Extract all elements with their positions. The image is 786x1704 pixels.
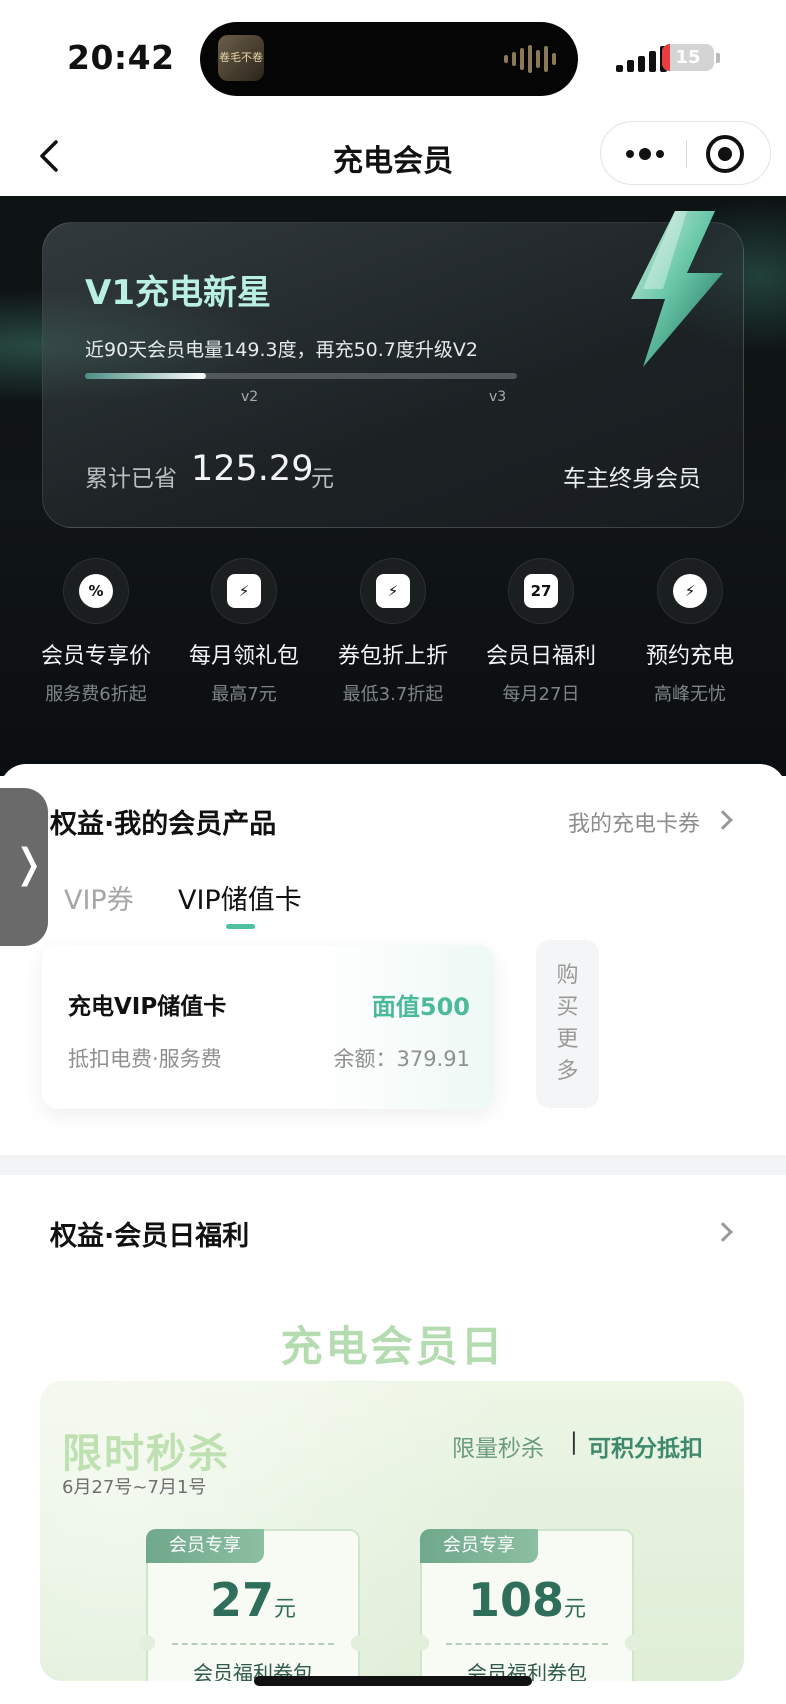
benefit-icon-circle: ⚡ [657, 558, 723, 624]
benefit-subtitle: 服务费6折起 [45, 684, 147, 705]
status-time: 20:42 [67, 38, 175, 77]
coupon-tag: 会员专享 [420, 1529, 538, 1563]
battery-percent: 15 [675, 47, 701, 68]
member-level-title: V1充电新星 [85, 273, 271, 313]
benefit-coupon-discount[interactable]: ⚡ 券包折上折 最低3.7折起 [318, 558, 468, 706]
tick-label-v3: v3 [489, 389, 507, 405]
benefit-subtitle: 最低3.7折起 [342, 684, 444, 705]
total-saved-unit: 元 [311, 466, 334, 492]
benefit-title: 券包折上折 [337, 644, 448, 669]
flash-sale-banner[interactable]: 限时秒杀 6月27号~7月1号 限量秒杀 | 可积分抵扣 会员专享 27元 会员… [40, 1381, 744, 1681]
now-playing-thumbnail: 卷毛不卷 [218, 35, 264, 81]
flash-sale-title: 限时秒杀 [62, 1431, 230, 1477]
coupon-pack-108[interactable]: 会员专享 108元 会员福利券包 [413, 1529, 641, 1681]
benefit-title: 会员专享价 [40, 644, 151, 669]
flash-sale-date: 6月27号~7月1号 [62, 1477, 207, 1498]
member-products-title: 权益·我的会员产品 [50, 809, 277, 840]
coupon-notch [625, 1635, 641, 1651]
tab-vip-coupon[interactable]: VIP券 [64, 878, 134, 917]
buy-more-button[interactable]: 购 买 更 多 [536, 940, 599, 1108]
member-level-card: V1充电新星 近90天会员电量149.3度，再充50.7度升级V2 v2 v3 … [42, 211, 744, 528]
status-bar: 20:42 卷毛不卷 15 [0, 0, 786, 118]
benefit-subtitle: 每月27日 [502, 684, 580, 705]
gift-icon: ⚡ [227, 574, 261, 608]
coupon-amount-unit: 元 [274, 1597, 297, 1622]
tick-label-v2: v2 [241, 389, 259, 405]
coupon-amount: 27元 [148, 1573, 358, 1627]
stored-value-card[interactable]: 充电VIP储值卡 面值500 抵扣电费·服务费 余额：379.91 [42, 945, 494, 1109]
chevron-right-icon: ❭ [12, 841, 46, 887]
total-saved-value: 125.29 [191, 449, 314, 489]
card-face-value: 面值500 [371, 993, 470, 1021]
member-level-description: 近90天会员电量149.3度，再充50.7度升级V2 [85, 339, 478, 361]
level-progress-fill [85, 373, 206, 379]
benefit-subtitle: 最高7元 [211, 684, 277, 705]
card-usage: 抵扣电费·服务费 [68, 1047, 222, 1071]
membership-hero: V1充电新星 近90天会员电量149.3度，再充50.7度升级V2 v2 v3 … [0, 196, 786, 776]
coupon-amount-value: 108 [467, 1573, 564, 1627]
benefit-title: 预约充电 [645, 644, 734, 669]
coupon-notch [413, 1635, 429, 1651]
coupon-amount-unit: 元 [564, 1597, 587, 1622]
capsule-divider [686, 140, 687, 168]
ticket-icon: ⚡ [376, 574, 410, 608]
diamond-percent-icon: % [79, 574, 113, 608]
active-tab-indicator [226, 924, 255, 929]
side-expand-tab[interactable]: ❭ [0, 788, 48, 946]
card-balance: 余额：379.91 [333, 1047, 470, 1071]
member-day-section-title: 权益·会员日福利 [50, 1221, 250, 1252]
battery-tip [716, 53, 720, 63]
coupon-dashed-divider [172, 1643, 334, 1645]
coupon-dashed-divider [446, 1643, 608, 1645]
close-mini-program-button[interactable] [706, 135, 744, 173]
buy-more-char: 买 [556, 995, 579, 1020]
level-progress-bar [85, 373, 517, 379]
dynamic-island[interactable]: 卷毛不卷 [200, 22, 578, 96]
benefit-subtitle: 高峰无忧 [654, 684, 726, 705]
coupon-pack-27[interactable]: 会员专享 27元 会员福利券包 [139, 1529, 367, 1681]
benefit-icon-circle: ⚡ [211, 558, 277, 624]
member-day-banner-title: 充电会员日 [280, 1322, 506, 1371]
tab-vip-stored-value-card[interactable]: VIP储值卡 [178, 878, 302, 917]
lifetime-owner-member-link[interactable]: 车主终身会员 [563, 459, 701, 493]
lightning-bolt-icon [631, 211, 723, 367]
coupon-amount: 108元 [422, 1573, 632, 1627]
cellular-signal-icon [616, 46, 667, 72]
buy-more-char: 多 [556, 1059, 579, 1084]
total-saved-label: 累计已省 [85, 466, 177, 492]
my-charging-coupons-link[interactable]: 我的充电卡券 [568, 806, 700, 838]
coupon-notch [351, 1635, 367, 1651]
coupon-amount-value: 27 [209, 1573, 274, 1627]
benefit-icon-circle: 27 [508, 558, 574, 624]
benefit-member-day[interactable]: 27 会员日福利 每月27日 [466, 558, 616, 706]
mini-program-capsule [600, 121, 771, 185]
benefit-monthly-gift[interactable]: ⚡ 每月领礼包 最高7元 [169, 558, 319, 706]
benefit-icons-row: % 会员专享价 服务费6折起 ⚡ 每月领礼包 最高7元 ⚡ 券包折上折 最低3.… [0, 558, 786, 738]
alarm-clock-icon: ⚡ [673, 574, 707, 608]
coupon-notch [139, 1635, 155, 1651]
nav-bar: 充电会员 [0, 118, 786, 196]
benefit-icon-circle: ⚡ [360, 558, 426, 624]
coupon-tag: 会员专享 [146, 1529, 264, 1563]
card-name: 充电VIP储值卡 [68, 994, 227, 1020]
flash-sale-tag-limited: 限量秒杀 [452, 1436, 544, 1462]
buy-more-char: 更 [556, 1027, 579, 1052]
benefit-member-price[interactable]: % 会员专享价 服务费6折起 [21, 558, 171, 706]
battery-icon: 15 [662, 44, 714, 71]
flash-sale-tag-points: 可积分抵扣 [588, 1436, 703, 1462]
calendar-icon: 27 [524, 574, 558, 608]
buy-more-char: 购 [556, 963, 579, 988]
benefit-icon-circle: % [63, 558, 129, 624]
flash-sale-separator: | [570, 1429, 578, 1455]
home-indicator[interactable] [254, 1676, 532, 1686]
more-options-button[interactable] [617, 134, 673, 174]
benefit-title: 会员日福利 [485, 644, 596, 669]
section-divider [0, 1155, 786, 1175]
benefit-scheduled-charging[interactable]: ⚡ 预约充电 高峰无忧 [615, 558, 765, 706]
audio-wave-icon [504, 44, 556, 74]
benefit-title: 每月领礼包 [188, 644, 299, 669]
